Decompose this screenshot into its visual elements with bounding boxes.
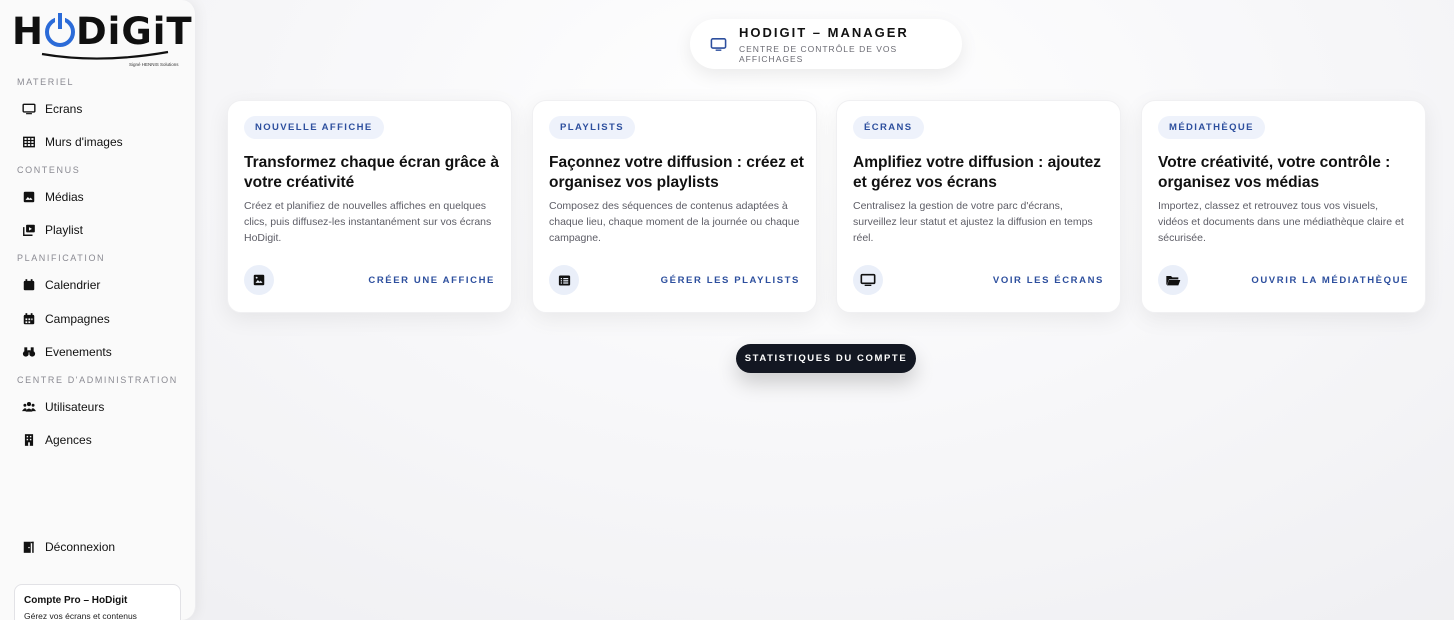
sidebar-item-label: Evenements [45,345,112,359]
sidebar-item-label: Murs d'images [45,135,123,149]
calendar-grid-icon [22,312,36,326]
account-title: Compte Pro – HoDigit [24,595,128,606]
door-exit-icon [22,540,36,554]
card-title: Votre créativité, votre contrôle : organ… [1158,154,1391,191]
page-title: HODIGIT – MANAGER [739,24,909,40]
card-description: Créez et planifiez de nouvelles affiches… [244,200,492,244]
sidebar-item-label: Playlist [45,223,84,237]
account-subtitle: Gérez vos écrans et contenus [24,611,137,620]
image-icon [22,190,36,204]
sidebar-item-playlist[interactable]: Playlist [22,220,83,240]
header-pill: HODIGIT – MANAGER CENTRE DE CONTRÔLE DE … [690,19,962,69]
logout-label: Déconnexion [45,540,116,554]
card-badge: NOUVELLE AFFICHE [244,116,384,139]
sidebar-item-ecrans[interactable]: Ecrans [22,99,82,119]
create-poster-link[interactable]: CRÉER UNE AFFICHE [368,275,495,286]
account-card[interactable]: Compte Pro – HoDigit Gérez vos écrans et… [14,584,181,620]
header-text: HODIGIT – MANAGER CENTRE DE CONTRÔLE DE … [739,25,962,64]
card-description: Centralisez la gestion de votre parc d'é… [853,200,1093,244]
section-planification: PLANIFICATION [17,253,106,263]
sidebar-item-label: Campagnes [45,312,110,326]
manage-playlists-link[interactable]: GÉRER LES PLAYLISTS [661,275,800,286]
sidebar: H DiGiT Signé HENNIS Solutions MATERIEL … [0,0,196,620]
sidebar-item-medias[interactable]: Médias [22,187,84,207]
users-icon [22,400,36,414]
image-icon[interactable] [244,265,274,295]
power-icon [44,13,75,47]
sidebar-item-evenements[interactable]: Evenements [22,342,112,362]
card-mediatheque: MÉDIATHÈQUE Votre créativité, votre cont… [1141,100,1426,313]
card-badge: PLAYLISTS [549,116,635,139]
section-materiel: MATERIEL [17,77,75,87]
playlist-icon [22,223,36,237]
sidebar-item-campagnes[interactable]: Campagnes [22,309,110,329]
list-icon[interactable] [549,265,579,295]
open-media-library-link[interactable]: OUVRIR LA MÉDIATHÈQUE [1251,275,1409,286]
grid-icon [22,135,36,149]
sidebar-item-label: Calendrier [45,278,101,292]
hodigit-logo[interactable]: H DiGiT Signé HENNIS Solutions [12,10,192,70]
card-ecrans: ÉCRANS Amplifiez votre diffusion : ajout… [836,100,1121,313]
card-description: Importez, classez et retrouvez tous vos … [1158,200,1404,244]
logo-letters-rest: DiGiT [75,10,193,53]
sidebar-item-murs-images[interactable]: Murs d'images [22,132,123,152]
sidebar-item-label: Médias [45,190,84,204]
sidebar-item-utilisateurs[interactable]: Utilisateurs [22,397,104,417]
sidebar-item-label: Agences [45,433,92,447]
monitor-icon[interactable] [853,265,883,295]
folder-icon[interactable] [1158,265,1188,295]
card-title: Transformez chaque écran grâce à votre c… [244,154,500,191]
card-title: Façonnez votre diffusion : créez et orga… [549,154,804,191]
logo-wordmark: H DiGiT [12,10,193,54]
binoculars-icon [22,345,36,359]
sidebar-item-agences[interactable]: Agences [22,430,92,450]
sidebar-item-label: Utilisateurs [45,400,105,414]
account-statistics-button[interactable]: STATISTIQUES DU COMPTE [736,344,916,373]
card-badge: MÉDIATHÈQUE [1158,116,1265,139]
sidebar-item-label: Ecrans [45,102,83,116]
building-icon [22,433,36,447]
monitor-icon [710,36,727,53]
sidebar-item-calendrier[interactable]: Calendrier [22,275,100,295]
calendar-icon [22,278,36,292]
card-description: Composez des séquences de contenus adapt… [549,200,800,244]
logout-button[interactable]: Déconnexion [22,537,115,557]
logo-letter-h: H [12,10,44,53]
section-contenus: CONTENUS [17,165,81,175]
page-subtitle: CENTRE DE CONTRÔLE DE VOS AFFICHAGES [739,43,898,64]
view-screens-link[interactable]: VOIR LES ÉCRANS [993,275,1104,286]
card-badge: ÉCRANS [853,116,924,139]
section-administration: CENTRE D'ADMINISTRATION [17,375,178,385]
logo-tagline: Signé HENNIS Solutions [129,62,179,67]
monitor-icon [22,102,36,116]
card-title: Amplifiez votre diffusion : ajoutez et g… [853,154,1102,191]
card-playlists: PLAYLISTS Façonnez votre diffusion : cré… [532,100,817,313]
card-nouvelle-affiche: NOUVELLE AFFICHE Transformez chaque écra… [227,100,512,313]
